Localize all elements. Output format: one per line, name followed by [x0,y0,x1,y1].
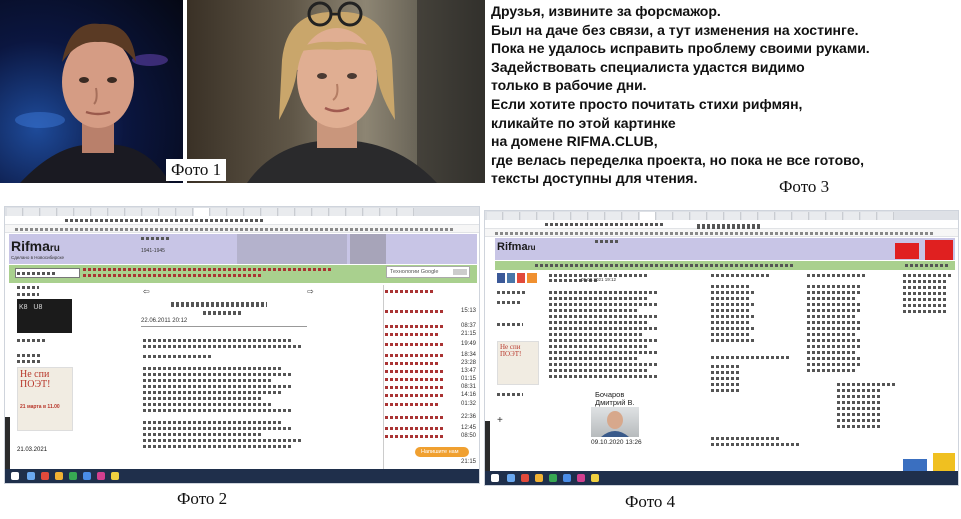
search-input[interactable]: Технологии Google [386,266,470,278]
list-time: 18:34 [461,352,477,358]
notice-line: Если хотите просто почитать стихи рифмян… [491,95,803,112]
prev-arrow-icon[interactable]: ⇦ [143,287,150,296]
list-time: 01:15 [461,376,477,382]
poster-title: Не спи ПОЭТ! [500,343,522,358]
notice-line: Друзья, извините за форсмажор. [491,3,721,19]
list-time: 08:50 [461,433,477,439]
caption-photo-1: Фото 1 [166,159,227,181]
list-time: 12:45 [461,425,477,431]
list-time: 08:37 [461,323,477,329]
browser-tabs[interactable] [485,211,958,220]
poster-ad[interactable]: Не спи ПОЭТ! [497,341,539,385]
search-placeholder: Технологии Google [390,269,439,275]
portrait-man [15,23,170,183]
notice-line: Задействовать специалиста удастся видимо [491,58,805,75]
poster-ad[interactable]: Не спи ПОЭТ! 21 марта в 11.00 [17,367,73,431]
poster-title: Не спи ПОЭТ! [20,369,51,390]
sidebar-date: 21.03.2021 [17,447,48,453]
browser-side-panel[interactable] [5,417,10,469]
list-time: 23:28 [461,360,477,366]
notice-text: Друзья, извините за форсмажор. Был на да… [491,2,957,188]
notice-line: где велась переделка проекта, но пока не… [491,151,865,168]
browser-tabs[interactable] [5,207,479,216]
notice-line: Пока не удалось исправить проблему своим… [491,40,870,57]
bookmarks-bar[interactable] [485,229,958,237]
notice-link-line[interactable]: кликайте по этой картинке [491,114,957,133]
notice-line: тексты доступны для чтения. [491,170,698,187]
header-banner-image [350,234,386,264]
photo-3 [187,0,485,183]
site-tagline: Сделано в Новосибирске [11,255,64,260]
screenshot-photo-2[interactable]: Rifmaru Сделано в Новосибирске 1941-1945… [4,206,480,484]
list-time: 01:32 [461,401,477,407]
add-icon[interactable]: + [497,415,503,426]
logo-text: Rifma [497,241,528,253]
list-time: 14:16 [461,392,477,398]
logo-suffix: ru [49,243,60,254]
author-name: Бочаров Дмитрий В. [595,390,635,407]
list-time: 21:15 [461,331,477,337]
next-arrow-icon[interactable]: ⇨ [307,287,314,296]
bookmarks-bar[interactable] [5,225,479,233]
windows-taskbar[interactable] [485,471,958,485]
windows-taskbar[interactable] [5,469,479,483]
social-icons[interactable] [497,273,537,283]
chat-button[interactable]: Напишите нам [415,447,469,457]
site-header [495,238,955,260]
avatar-photo [601,411,629,437]
logo-text: Rifma [11,238,50,254]
caption-photo-3: Фото 3 [779,177,830,196]
post-date: 05.08.2021 19:12 [581,277,617,282]
search-button[interactable] [453,269,467,275]
header-red-block-2 [895,243,919,259]
header-red-block [925,240,953,260]
notice-domain-link[interactable]: на домене RIFMA.CLUB, [491,132,957,151]
address-bar[interactable] [5,216,479,225]
list-time: 08:31 [461,384,477,390]
site-logo[interactable]: Rifmaru [497,241,536,253]
portrait-woman [247,0,485,183]
post-date: 22.06.2011 20:12 [141,318,188,324]
browser-side-panel[interactable] [485,421,490,471]
header-banner-grey [237,234,347,264]
caption-photo-4: Фото 4 [625,492,676,511]
list-time: 19:49 [461,341,477,347]
list-time: 13:47 [461,368,477,374]
years-label: 1941-1945 [141,248,165,254]
corner-ad[interactable] [933,453,955,471]
author-avatar[interactable] [591,407,639,437]
photo-1 [0,0,183,183]
logo-suffix: ru [527,243,536,252]
list-time: 22:36 [461,414,477,420]
list-time: 21:15 [461,459,477,465]
corner-ad-2[interactable] [903,459,927,471]
list-time: 15:13 [461,308,477,314]
notice-line: Был на даче без связи, а тут изменения н… [491,21,859,38]
chat-button-label: Напишите нам [421,449,459,455]
screenshot-photo-4[interactable]: Rifmaru Не спи ПОЭТ! + 05.08.2021 19:12 … [484,210,959,486]
author-date: 09.10.2020 13:26 [591,439,642,446]
site-logo[interactable]: Rifmaru [11,238,60,254]
poster-date: 21 марта в 11.00 [20,404,60,410]
notice-line: только в рабочие дни. [491,77,647,94]
caption-photo-2: Фото 2 [177,489,228,508]
